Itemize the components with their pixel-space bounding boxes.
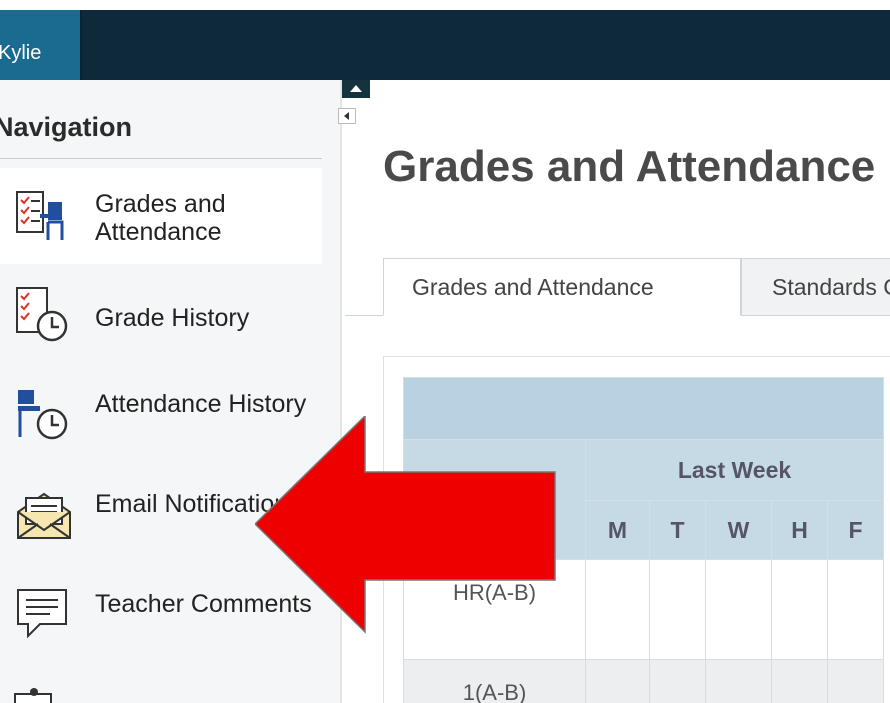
day-cell[interactable]	[827, 559, 884, 660]
day-cell[interactable]	[771, 559, 828, 660]
period-cell: 1(A-B)	[403, 659, 586, 703]
day-cell[interactable]	[649, 559, 706, 660]
day-header: F	[827, 500, 884, 560]
tab-standards-grades[interactable]: Standards Grades	[741, 258, 890, 316]
collapse-sidebar-button[interactable]	[338, 108, 356, 124]
day-cell[interactable]	[649, 659, 706, 703]
day-cell[interactable]	[705, 659, 772, 703]
sidebar-item-label: Grades and Attendance	[95, 190, 226, 246]
nav-divider	[0, 158, 322, 159]
sidebar-item-grade-history[interactable]: Grade History	[0, 272, 322, 368]
day-cell[interactable]	[585, 559, 650, 660]
week-header: Last Week	[585, 438, 884, 501]
top-bar	[0, 10, 890, 80]
teacher-comments-icon	[17, 589, 67, 639]
tab-grades-attendance[interactable]: Grades and Attendance	[383, 258, 741, 316]
nav-heading: Navigation	[0, 112, 133, 142]
user-tab[interactable]: Kylie	[0, 10, 82, 80]
attendance-history-icon	[18, 390, 68, 440]
red-arrow-annotation	[255, 416, 556, 634]
user-name: Kylie	[0, 42, 42, 64]
day-cell[interactable]	[705, 559, 772, 660]
sidebar-item-grades-attendance[interactable]: Grades and Attendance	[0, 168, 322, 264]
day-header: H	[771, 500, 828, 560]
sidebar-item-label: Attendance History	[95, 390, 307, 418]
day-cell[interactable]	[827, 659, 884, 703]
top-strip	[0, 0, 890, 10]
day-cell[interactable]	[771, 659, 828, 703]
table-row: 1(A-B)	[403, 659, 884, 703]
collapse-up-button[interactable]	[342, 80, 370, 98]
email-notification-icon	[17, 492, 71, 539]
day-header: W	[705, 500, 772, 560]
chevron-left-icon	[344, 112, 349, 120]
grades-attendance-icon	[16, 191, 64, 240]
day-header: T	[649, 500, 706, 560]
next-nav-icon	[14, 688, 52, 703]
day-cell[interactable]	[585, 659, 650, 703]
page-title: Grades and Attendance	[383, 142, 876, 191]
sidebar-item-label: Grade History	[95, 304, 250, 332]
day-header: M	[585, 500, 650, 560]
chevron-up-icon	[350, 85, 362, 92]
grade-history-icon	[16, 287, 68, 342]
